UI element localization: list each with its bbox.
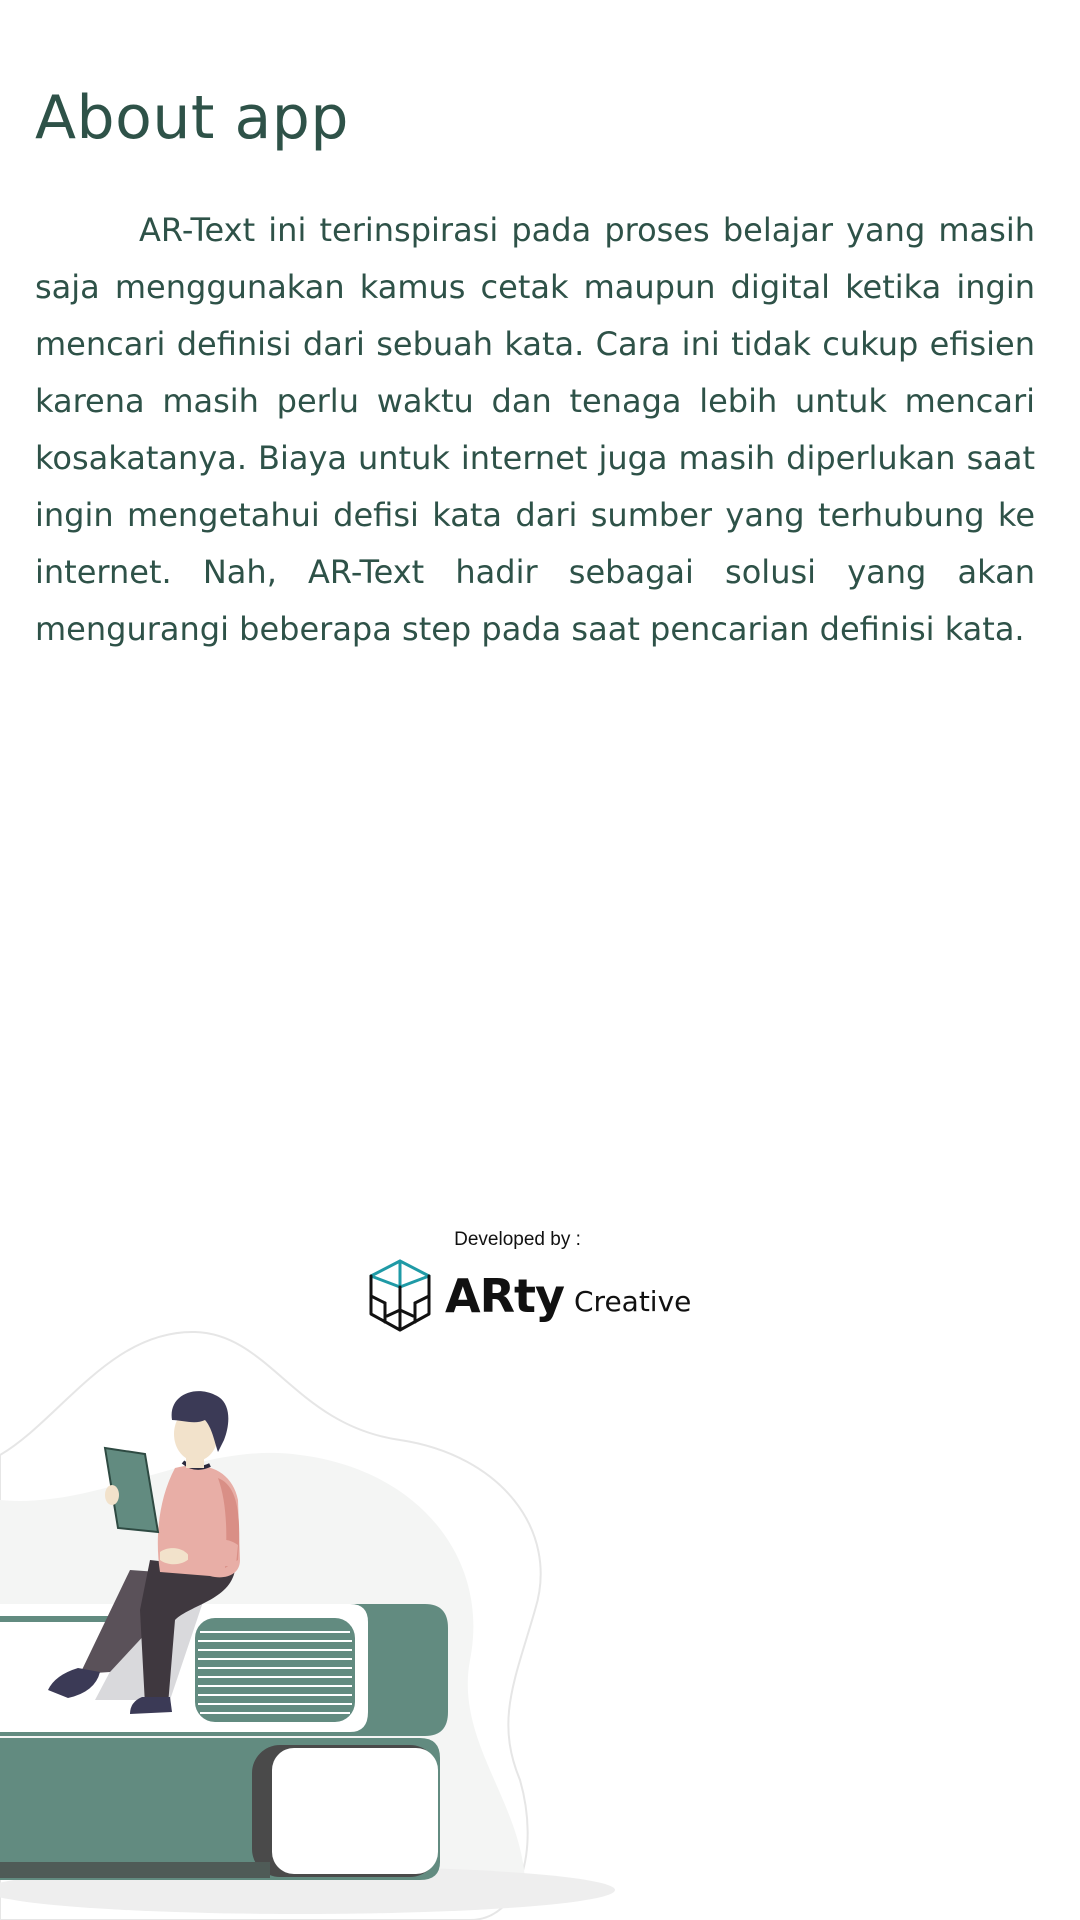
person-reading-on-books-illustration <box>0 1330 615 1920</box>
about-description: AR-Text ini terinspirasi pada proses bel… <box>35 211 1035 648</box>
top-book <box>0 1604 448 1736</box>
page-title: About app <box>35 83 349 153</box>
brand-suffix: Creative <box>574 1285 692 1318</box>
developed-by-label: Developed by : <box>454 1229 581 1250</box>
bottom-book <box>0 1738 440 1880</box>
brand-name: ARty <box>445 1269 565 1323</box>
